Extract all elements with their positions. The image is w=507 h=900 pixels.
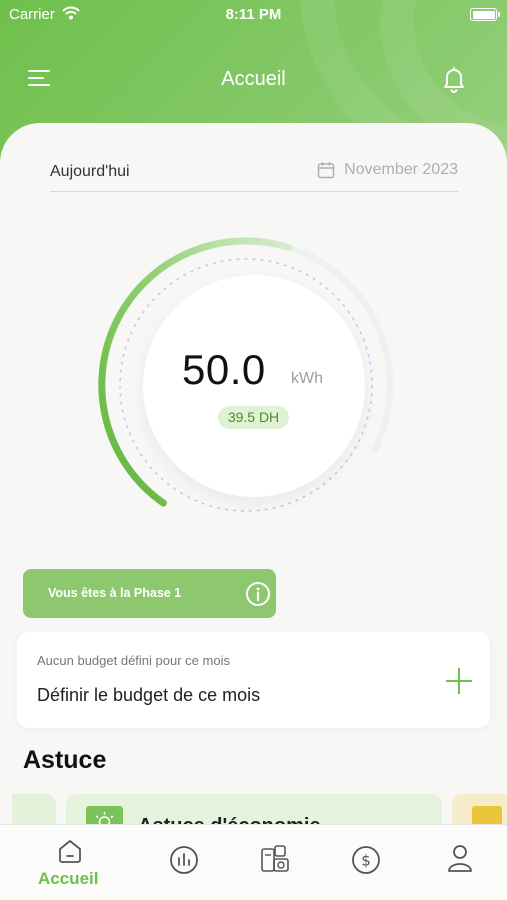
phase-label: Vous êtes à la Phase 1 — [48, 586, 182, 600]
budget-subtitle: Aucun budget défini pour ce mois — [37, 653, 230, 668]
bottom-tab-bar: Accueil $ — [0, 824, 507, 900]
consumption-value: 50.0 — [182, 346, 266, 393]
budget-card[interactable]: Aucun budget défini pour ce mois Définir… — [17, 632, 490, 728]
user-icon — [448, 845, 472, 872]
budget-title: Définir le budget de ce mois — [37, 685, 261, 705]
month-label: November 2023 — [344, 161, 458, 178]
cost-badge: 39.5 DH — [218, 406, 289, 429]
tab-profile[interactable] — [435, 825, 485, 900]
info-icon[interactable] — [245, 581, 271, 607]
plus-icon[interactable] — [446, 668, 472, 694]
today-tab[interactable]: Aujourd'hui — [50, 163, 130, 181]
tab-budget[interactable]: $ — [342, 825, 392, 900]
bell-icon[interactable] — [441, 65, 467, 93]
page-title: Accueil — [221, 68, 286, 90]
date-selector-row: Aujourd'hui November 2023 — [50, 160, 458, 192]
tab-accueil[interactable]: Accueil — [30, 825, 110, 900]
consumption-unit: kWh — [291, 370, 323, 387]
bar-chart-icon — [170, 846, 198, 874]
home-icon — [59, 840, 81, 863]
dollar-icon: $ — [352, 846, 380, 874]
phase-button[interactable]: Vous êtes à la Phase 1 — [23, 569, 276, 618]
month-picker[interactable]: November 2023 — [317, 161, 458, 179]
battery-icon — [470, 8, 500, 21]
tab-statistics[interactable] — [160, 825, 210, 900]
appliances-icon — [261, 845, 289, 872]
clock: 8:11 PM — [225, 6, 282, 23]
svg-text:$: $ — [361, 852, 371, 870]
tab-appliances[interactable] — [250, 825, 300, 900]
tips-section-title: Astuce — [23, 746, 107, 774]
status-bar: Carrier 8:11 PM — [0, 0, 507, 30]
tab-accueil-label: Accueil — [38, 869, 99, 888]
top-navigation: Accueil — [0, 55, 507, 105]
calendar-icon — [317, 162, 335, 179]
